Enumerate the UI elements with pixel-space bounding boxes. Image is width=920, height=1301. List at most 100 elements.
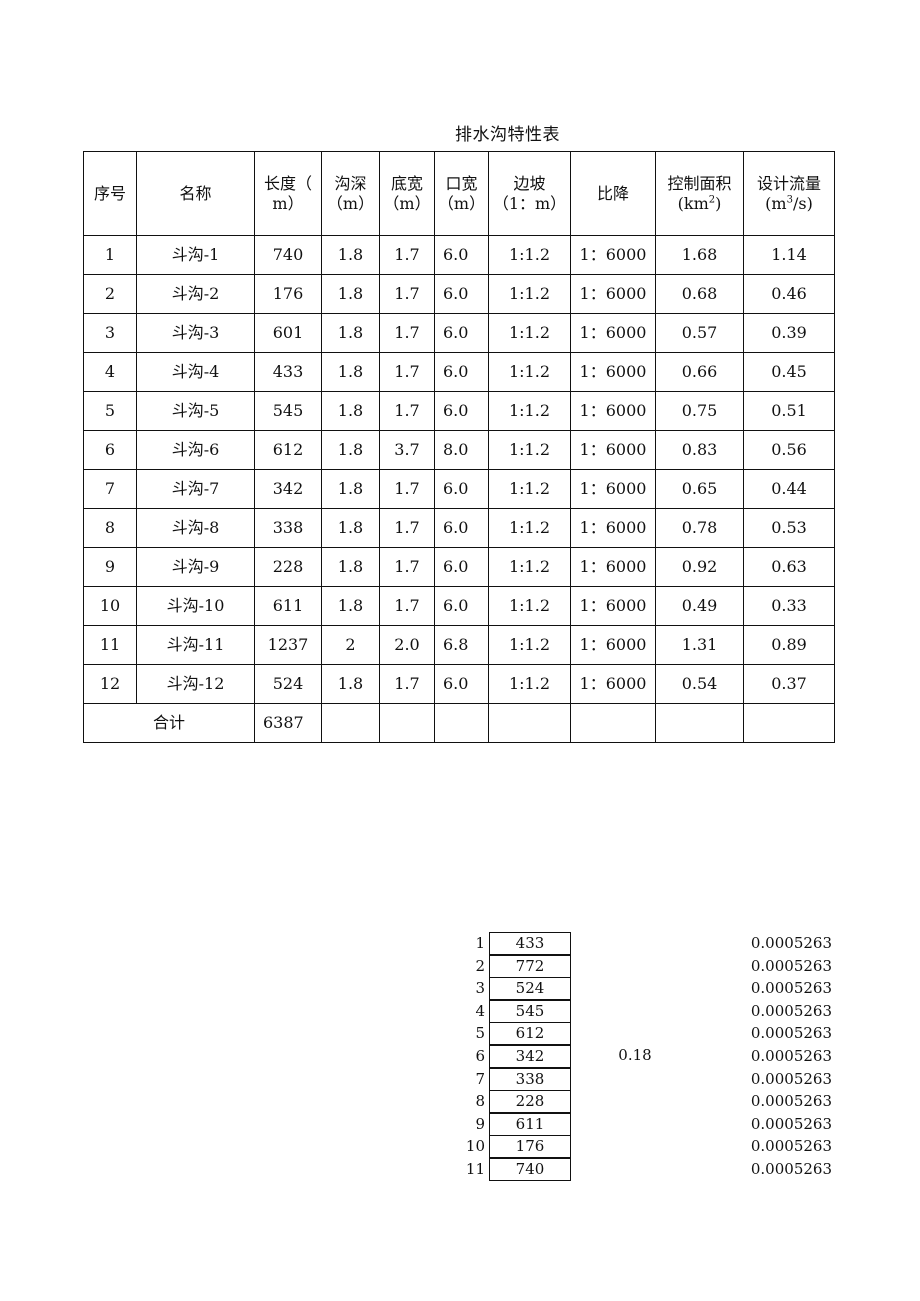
cell-seq: 5 — [83, 391, 137, 431]
calc-index: 11 — [465, 1160, 485, 1178]
calc-index: 4 — [475, 1001, 485, 1020]
cell-length: 740 — [254, 235, 322, 275]
cell-slope: 1:1.2 — [488, 430, 571, 470]
calc-rate: 0.0005263 — [750, 1092, 832, 1111]
cell-slope: 1:1.2 — [488, 391, 571, 431]
calc-middle-value: 0.18 — [618, 1046, 652, 1064]
cell-length: 433 — [254, 352, 322, 392]
cell-depth: 1.8 — [321, 391, 380, 431]
calc-rate: 0.0005263 — [750, 1160, 832, 1178]
cell-name: 斗沟-3 — [136, 313, 255, 353]
cell-bottom: 1.7 — [379, 274, 435, 314]
table-row: 4 斗沟-4 433 1.8 1.7 6.0 1:1.2 1：6000 0.66 0.45 — [83, 352, 835, 392]
total-length: 6387 — [254, 703, 322, 743]
calc-index: 2 — [475, 956, 485, 975]
header-seq: 序号 — [83, 151, 137, 236]
calc-rate: 0.0005263 — [750, 1069, 832, 1088]
header-control-area: 控制面积 (km2) — [655, 151, 744, 236]
cell-bottom: 1.7 — [379, 547, 435, 587]
cell-flow: 0.63 — [743, 547, 835, 587]
cell-length: 524 — [254, 664, 322, 704]
cell-slope: 1:1.2 — [488, 625, 571, 665]
total-label: 合计 — [83, 703, 255, 743]
cell-top: 6.8 — [434, 625, 489, 665]
total-empty-cell — [488, 703, 571, 743]
cell-flow: 0.56 — [743, 430, 835, 470]
cell-seq: 1 — [83, 235, 137, 275]
header-design-flow: 设计流量 (m3/s) — [743, 151, 835, 236]
total-empty-cell — [743, 703, 835, 743]
calc-length-cell: 545 — [489, 999, 571, 1023]
cell-gradient: 1：6000 — [570, 586, 656, 626]
cell-slope: 1:1.2 — [488, 469, 571, 509]
cell-length: 601 — [254, 313, 322, 353]
header-gradient: 比降 — [570, 151, 656, 236]
cell-gradient: 1：6000 — [570, 235, 656, 275]
cell-top: 8.0 — [434, 430, 489, 470]
calc-index: 3 — [475, 979, 485, 998]
calc-index: 9 — [475, 1114, 485, 1133]
header-name: 名称 — [136, 151, 255, 236]
cell-depth: 1.8 — [321, 508, 380, 548]
cell-name: 斗沟-1 — [136, 235, 255, 275]
cell-bottom: 3.7 — [379, 430, 435, 470]
cell-bottom: 1.7 — [379, 586, 435, 626]
cell-seq: 3 — [83, 313, 137, 353]
cell-area: 0.92 — [655, 547, 744, 587]
calc-index: 6 — [475, 1047, 485, 1065]
cell-gradient: 1：6000 — [570, 469, 656, 509]
calc-length-cell: 612 — [489, 1022, 571, 1046]
cell-top: 6.0 — [434, 469, 489, 509]
calc-length-cell: 772 — [489, 954, 571, 978]
cell-seq: 4 — [83, 352, 137, 392]
cell-area: 0.66 — [655, 352, 744, 392]
cell-seq: 10 — [83, 586, 137, 626]
cell-depth: 1.8 — [321, 352, 380, 392]
cell-depth: 1.8 — [321, 274, 380, 314]
cell-depth: 2 — [321, 625, 380, 665]
calc-length-cell: 524 — [489, 977, 571, 1001]
cell-flow: 0.39 — [743, 313, 835, 353]
cell-length: 1237 — [254, 625, 322, 665]
table-row: 12 斗沟-12 524 1.8 1.7 6.0 1:1.2 1：6000 0.54 0.37 — [83, 664, 835, 704]
cell-bottom: 1.7 — [379, 664, 435, 704]
table-row: 5 斗沟-5 545 1.8 1.7 6.0 1:1.2 1：6000 0.75 0.51 — [83, 391, 835, 431]
table-row: 3 斗沟-3 601 1.8 1.7 6.0 1:1.2 1：6000 0.57 0.39 — [83, 313, 835, 353]
cell-length: 342 — [254, 469, 322, 509]
table-row: 11 斗沟-11 1237 2 2.0 6.8 1:1.2 1：6000 1.31 0.89 — [83, 625, 835, 665]
calc-rate: 0.0005263 — [750, 1047, 832, 1065]
cell-slope: 1:1.2 — [488, 586, 571, 626]
cell-seq: 9 — [83, 547, 137, 587]
calc-index: 7 — [475, 1069, 485, 1088]
cell-slope: 1:1.2 — [488, 352, 571, 392]
cell-length: 612 — [254, 430, 322, 470]
table-row: 10 斗沟-10 611 1.8 1.7 6.0 1:1.2 1：6000 0.49 0.33 — [83, 586, 835, 626]
cell-top: 6.0 — [434, 391, 489, 431]
cell-length: 176 — [254, 274, 322, 314]
cell-seq: 11 — [83, 625, 137, 665]
total-row: 合计 6387 — [83, 703, 835, 743]
table-row: 9 斗沟-9 228 1.8 1.7 6.0 1:1.2 1：6000 0.92 0.63 — [83, 547, 835, 587]
cell-area: 0.75 — [655, 391, 744, 431]
cell-depth: 1.8 — [321, 469, 380, 509]
cell-slope: 1:1.2 — [488, 235, 571, 275]
cell-gradient: 1：6000 — [570, 391, 656, 431]
cell-bottom: 1.7 — [379, 352, 435, 392]
cell-flow: 0.44 — [743, 469, 835, 509]
cell-bottom: 1.7 — [379, 313, 435, 353]
cell-top: 6.0 — [434, 274, 489, 314]
cell-top: 6.0 — [434, 508, 489, 548]
total-empty-cell — [379, 703, 435, 743]
cell-flow: 0.37 — [743, 664, 835, 704]
table-row: 7 斗沟-7 342 1.8 1.7 6.0 1:1.2 1：6000 0.65 0.44 — [83, 469, 835, 509]
calc-length-cell: 611 — [489, 1112, 571, 1136]
cell-gradient: 1：6000 — [570, 430, 656, 470]
calc-length-cell: 176 — [489, 1135, 571, 1159]
cell-gradient: 1：6000 — [570, 352, 656, 392]
calc-rate: 0.0005263 — [750, 1001, 832, 1020]
calc-length-cell: 338 — [489, 1067, 571, 1091]
calc-index: 1 — [475, 934, 485, 952]
calc-index: 8 — [475, 1092, 485, 1111]
table-row: 8 斗沟-8 338 1.8 1.7 6.0 1:1.2 1：6000 0.78 0.53 — [83, 508, 835, 548]
cell-gradient: 1：6000 — [570, 274, 656, 314]
